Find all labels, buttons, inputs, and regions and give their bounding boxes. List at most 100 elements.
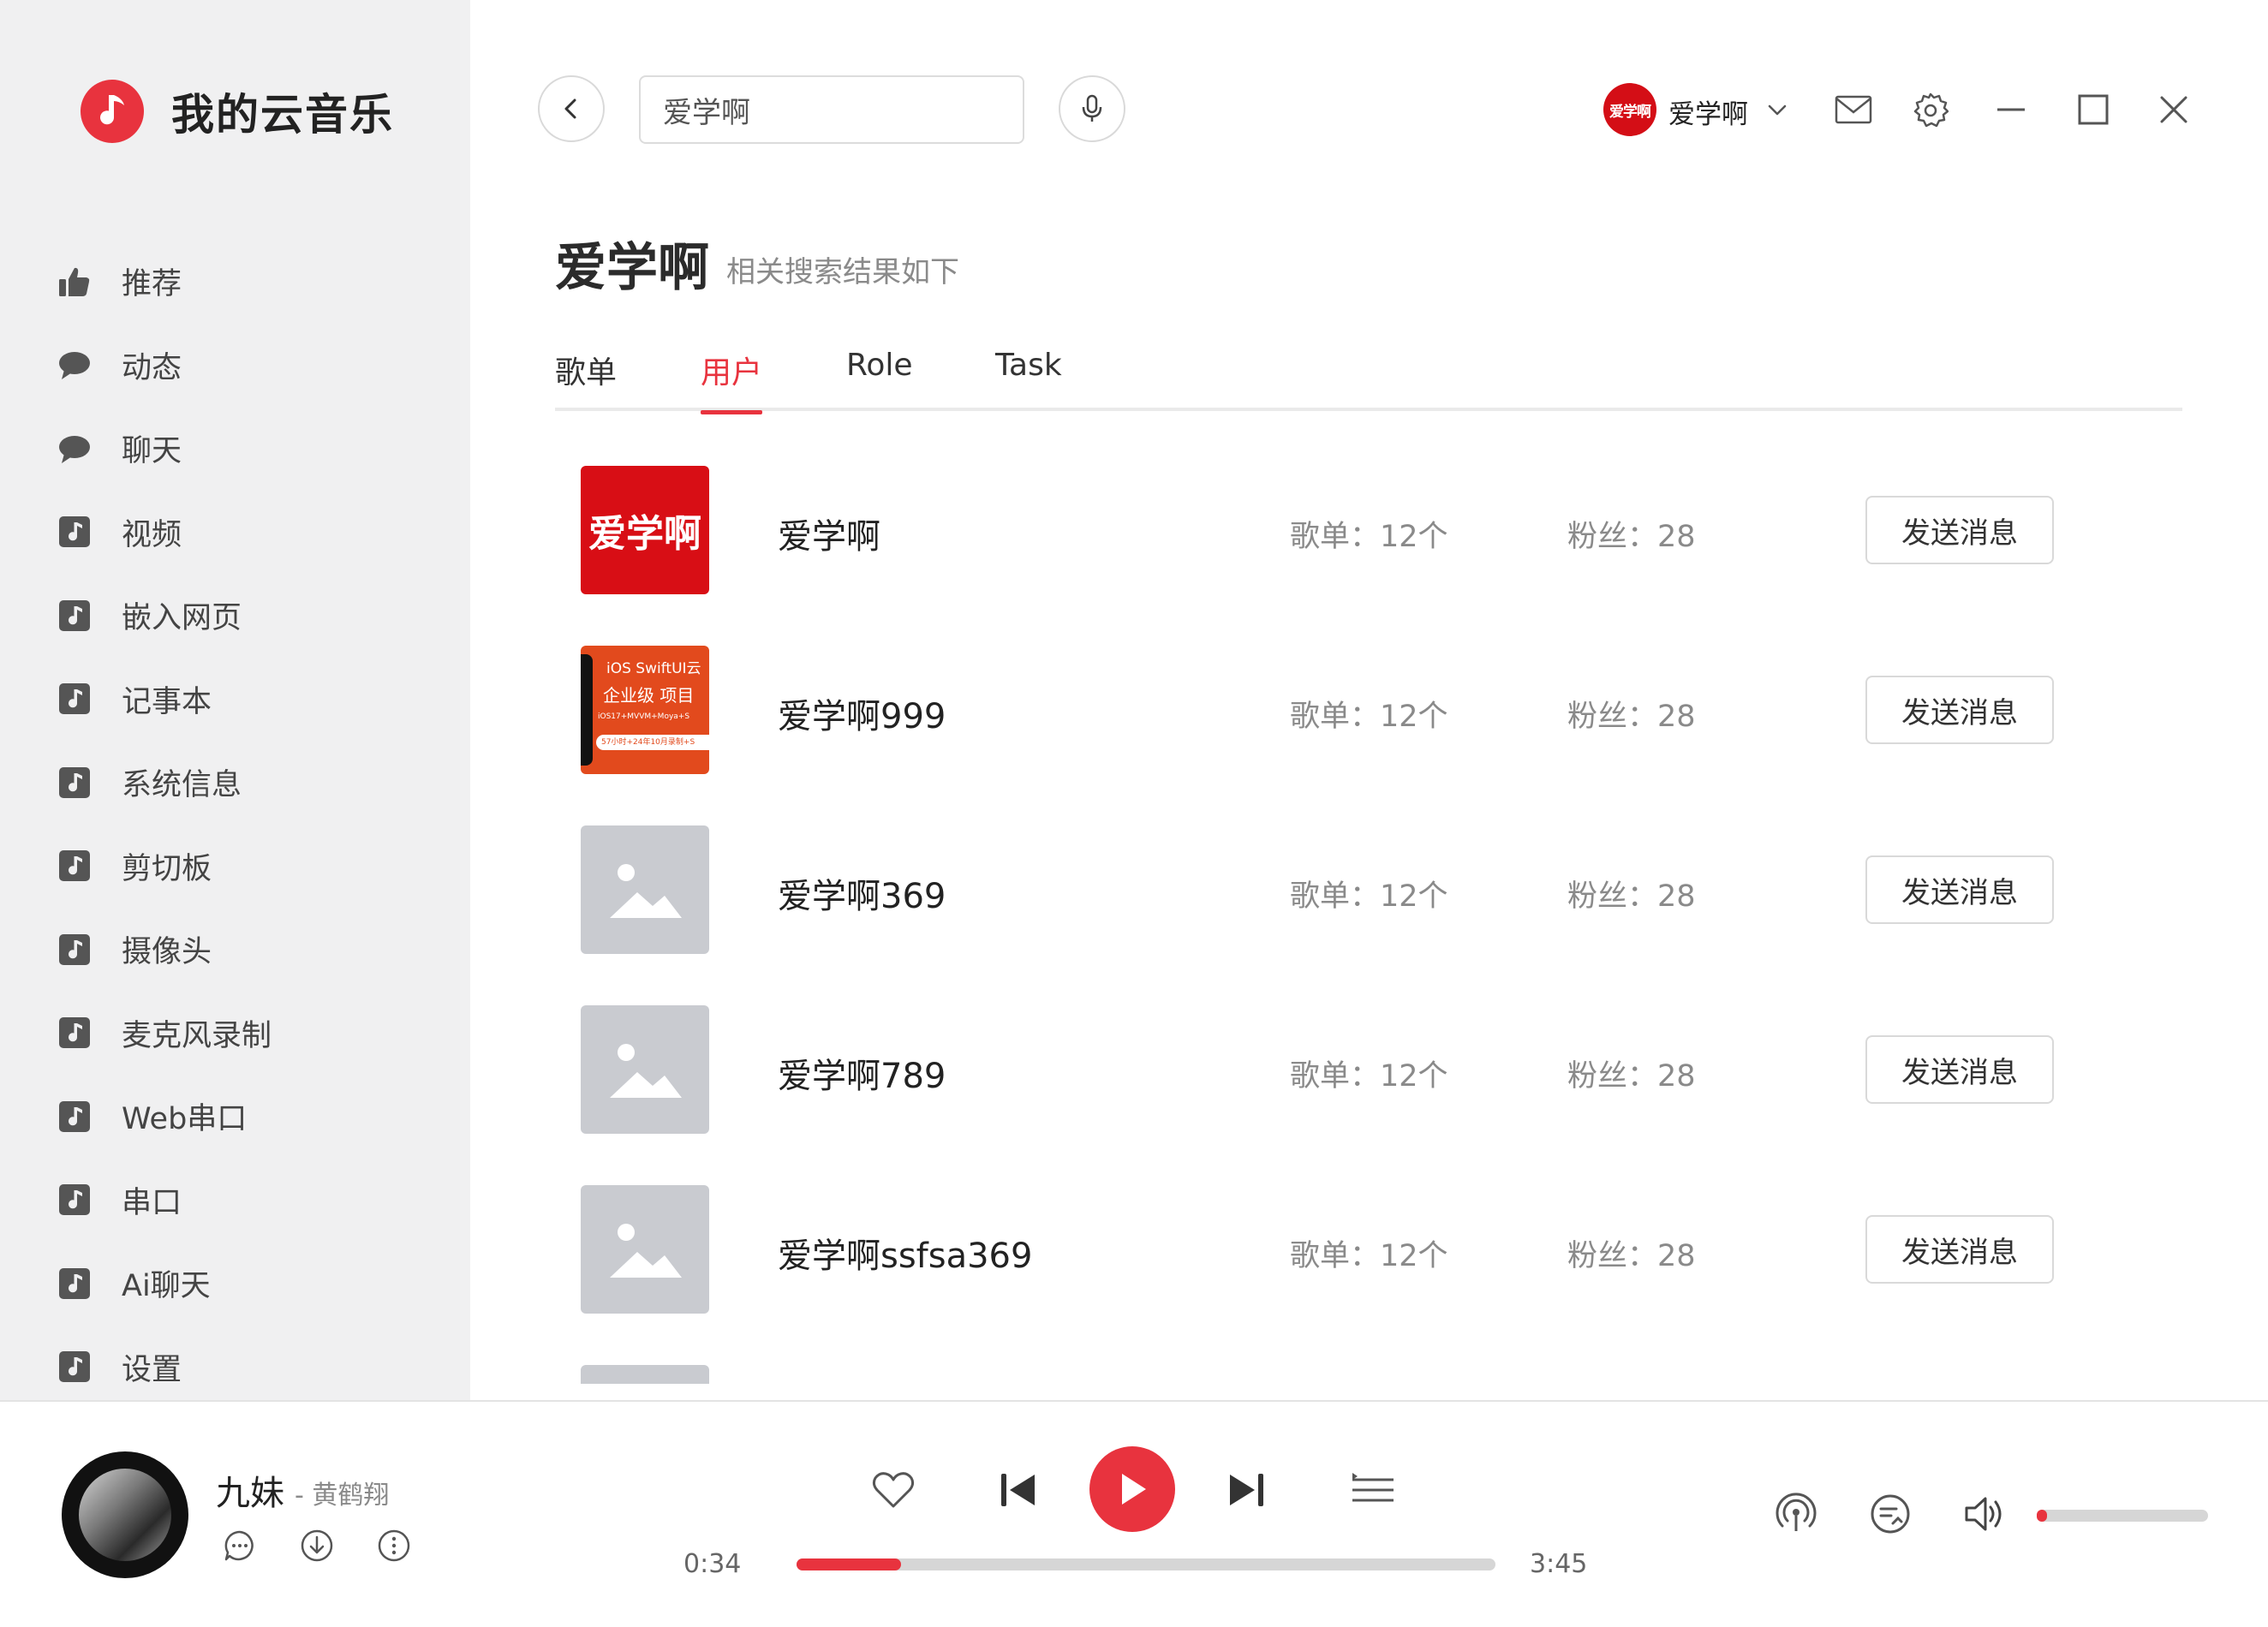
playlist-count: 歌单：12个 <box>1290 879 1448 914</box>
next-track-icon[interactable] <box>1225 1469 1268 1511</box>
user-name[interactable]: 爱学啊 <box>1668 92 1748 131</box>
playlist-icon[interactable] <box>1350 1469 1396 1511</box>
tab-role[interactable]: Role <box>846 348 913 411</box>
sidebar-item-ai-chat[interactable]: Ai聊天 <box>57 1242 272 1326</box>
search-input[interactable] <box>639 75 1024 144</box>
sidebar-item-notepad[interactable]: 记事本 <box>57 658 272 742</box>
music-note-icon <box>57 1015 93 1051</box>
music-note-icon <box>57 1182 93 1218</box>
fan-count: 粉丝：28 <box>1567 520 1696 554</box>
image-placeholder-icon[interactable] <box>581 825 709 954</box>
user-name[interactable]: 爱学啊999 <box>778 688 946 738</box>
more-options-icon[interactable] <box>375 1527 413 1564</box>
music-note-icon <box>57 598 93 634</box>
chevron-left-icon <box>564 98 576 119</box>
close-icon[interactable] <box>2153 89 2194 130</box>
chat-bubble-icon <box>57 431 93 467</box>
avatar-line: 企业级 项目 <box>603 685 695 706</box>
table-row: 爱学啊369 歌单：12个 粉丝：28 发送消息 <box>581 825 2054 954</box>
playlist-count: 歌单：12个 <box>1290 1239 1448 1273</box>
sidebar-item-recommend[interactable]: 推荐 <box>57 240 272 324</box>
music-note-icon <box>57 1099 93 1135</box>
send-message-button[interactable]: 发送消息 <box>1865 855 2054 924</box>
progress-bar[interactable] <box>797 1558 1495 1570</box>
fan-count: 粉丝：28 <box>1567 1239 1696 1273</box>
music-note-icon <box>57 514 93 550</box>
volume-slider[interactable] <box>2037 1510 2208 1522</box>
sidebar-item-settings[interactable]: 设置 <box>57 1326 272 1409</box>
sidebar-item-system-info[interactable]: 系统信息 <box>57 741 272 825</box>
sidebar-item-clipboard[interactable]: 剪切板 <box>57 825 272 909</box>
sidebar-item-label: Ai聊天 <box>122 1269 211 1304</box>
sidebar-item-label: 聊天 <box>122 434 182 469</box>
user-name[interactable]: 爱学啊369 <box>778 868 946 918</box>
tab-task[interactable]: Task <box>995 348 1062 411</box>
album-art[interactable] <box>62 1451 188 1578</box>
chevron-down-icon[interactable] <box>1764 98 1790 123</box>
sidebar: 我的云音乐 推荐 动态 聊天 视频 嵌入网页 记事本 系统信息 剪切板 摄像头 … <box>0 0 470 1400</box>
sidebar-item-web-serial[interactable]: Web串口 <box>57 1075 272 1159</box>
song-artist[interactable]: - 黄鹤翔 <box>295 1474 389 1511</box>
music-note-icon <box>57 1349 93 1385</box>
user-avatar[interactable]: 爱学啊 <box>1603 83 1656 136</box>
avatar-line: 57小时+24年10月录制+S <box>596 735 709 750</box>
sidebar-item-label: 嵌入网页 <box>122 601 242 636</box>
send-message-button[interactable]: 发送消息 <box>1865 676 2054 744</box>
album-cover-image <box>79 1469 171 1561</box>
image-placeholder-icon[interactable] <box>581 1005 709 1134</box>
heart-icon[interactable] <box>870 1469 916 1511</box>
page-title: 爱学啊 <box>555 238 709 298</box>
lyrics-icon[interactable] <box>1867 1491 1913 1537</box>
sidebar-item-chat[interactable]: 聊天 <box>57 407 272 491</box>
sidebar-item-moments[interactable]: 动态 <box>57 324 272 408</box>
sidebar-item-label: 系统信息 <box>122 768 242 803</box>
song-title[interactable]: 九妹 <box>216 1465 284 1515</box>
image-placeholder-icon[interactable] <box>581 1185 709 1314</box>
sidebar-item-mic-record[interactable]: 麦克风录制 <box>57 992 272 1076</box>
fan-count: 粉丝：28 <box>1567 879 1696 914</box>
playlist-count: 歌单：12个 <box>1290 520 1448 554</box>
play-icon <box>1122 1474 1146 1505</box>
previous-track-icon[interactable] <box>997 1469 1040 1511</box>
volume-icon[interactable] <box>1961 1491 2008 1537</box>
send-message-button[interactable]: 发送消息 <box>1865 1215 2054 1284</box>
comment-icon[interactable] <box>221 1527 259 1564</box>
sidebar-item-video[interactable]: 视频 <box>57 491 272 575</box>
page-subtitle: 相关搜索结果如下 <box>726 255 959 289</box>
list-item <box>581 1365 709 1384</box>
send-message-button[interactable]: 发送消息 <box>1865 496 2054 564</box>
sidebar-nav: 推荐 动态 聊天 视频 嵌入网页 记事本 系统信息 剪切板 摄像头 麦克风录制 … <box>57 240 272 1409</box>
sidebar-item-label: 串口 <box>122 1185 182 1220</box>
tab-users[interactable]: 用户 <box>701 348 763 414</box>
sidebar-item-webpage[interactable]: 嵌入网页 <box>57 574 272 658</box>
mail-icon[interactable] <box>1833 89 1874 130</box>
playlist-count: 歌单：12个 <box>1290 700 1448 734</box>
total-time: 3:45 <box>1530 1549 1588 1579</box>
send-message-button[interactable]: 发送消息 <box>1865 1035 2054 1104</box>
music-note-icon <box>57 848 93 884</box>
user-name[interactable]: 爱学啊 <box>778 509 880 558</box>
user-name[interactable]: 爱学啊789 <box>778 1048 946 1098</box>
maximize-icon[interactable] <box>2073 89 2114 130</box>
fan-count: 粉丝：28 <box>1567 1059 1696 1094</box>
gear-icon[interactable] <box>1910 89 1951 130</box>
sidebar-item-camera[interactable]: 摄像头 <box>57 908 272 992</box>
voice-search-button[interactable] <box>1059 75 1125 142</box>
sidebar-item-label: 设置 <box>122 1352 182 1387</box>
broadcast-icon[interactable] <box>1773 1491 1819 1537</box>
sidebar-item-label: 推荐 <box>122 267 182 302</box>
table-row: iOS SwiftUI云 企业级 项目 iOS17+MVVM+Moya+S 57… <box>581 646 2054 774</box>
current-time: 0:34 <box>683 1549 742 1579</box>
back-button[interactable] <box>538 75 605 142</box>
download-icon[interactable] <box>298 1527 336 1564</box>
thumbs-up-icon <box>57 264 93 300</box>
playlist-count: 歌单：12个 <box>1290 1059 1448 1094</box>
user-avatar[interactable]: iOS SwiftUI云 企业级 项目 iOS17+MVVM+Moya+S 57… <box>581 646 709 774</box>
progress-fill <box>797 1558 902 1570</box>
play-button[interactable] <box>1089 1446 1175 1532</box>
minimize-icon[interactable] <box>1990 89 2032 130</box>
user-avatar[interactable]: 爱学啊 <box>581 466 709 594</box>
sidebar-item-serial[interactable]: 串口 <box>57 1159 272 1243</box>
user-name[interactable]: 爱学啊ssfsa369 <box>778 1228 1032 1278</box>
tab-playlists[interactable]: 歌单 <box>555 348 617 411</box>
